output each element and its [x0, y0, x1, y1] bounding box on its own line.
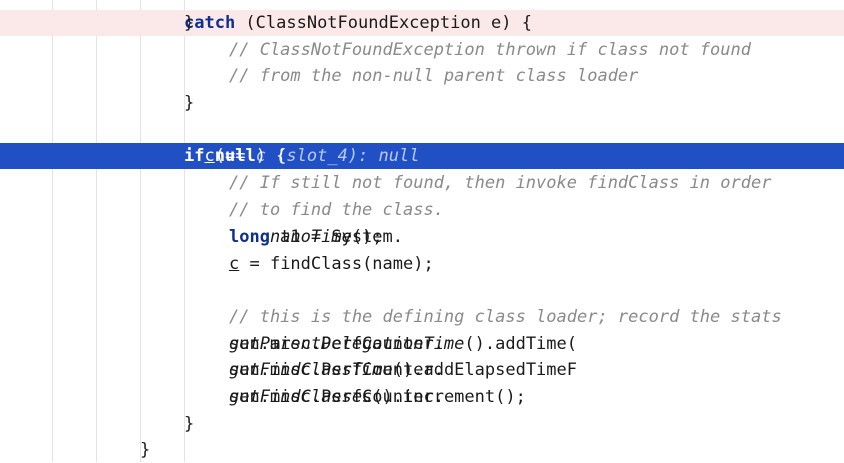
code-token: ) {: [255, 146, 307, 166]
execution-point-marker: [0, 143, 4, 169]
code-line-statement[interactable]: c = findClass(name);: [0, 251, 844, 277]
code-line-catch[interactable]: } catch (ClassNotFoundException e) {: [0, 10, 844, 36]
code-line-comment[interactable]: // to find the class.: [0, 197, 844, 223]
code-comment: // to find the class.: [229, 200, 444, 220]
code-line-statement[interactable]: sun.misc.PerfCounter. getFindClasses ().in…: [0, 384, 844, 410]
code-token: ();: [351, 227, 383, 247]
code-keyword: if: [184, 146, 205, 166]
code-token: t1 = System.: [269, 227, 404, 247]
code-token: sun.misc.PerfCounter.: [229, 334, 444, 354]
code-line-brace[interactable]: }: [0, 437, 844, 463]
code-line-statement[interactable]: sun.misc.PerfCounter. getFindClassTime ().…: [0, 357, 844, 383]
code-token: c: [229, 254, 240, 274]
code-line-brace[interactable]: }: [0, 90, 844, 116]
code-line-current-breakpoint[interactable]: if (c == null) { c (slot_4): null: [0, 143, 844, 169]
code-token: ().addTime(: [464, 334, 577, 354]
code-line-comment[interactable]: // this is the defining class loader; re…: [0, 304, 844, 330]
code-line-comment[interactable]: // ClassNotFoundException thrown if clas…: [0, 37, 844, 63]
code-token: ().increment();: [372, 387, 526, 407]
code-token: ==: [214, 146, 256, 166]
code-line-comment[interactable]: // from the non-null parent class loader: [0, 63, 844, 89]
code-comment: // ClassNotFoundException thrown if clas…: [229, 40, 751, 60]
code-token: (ClassNotFoundException e) {: [235, 13, 532, 33]
code-token: = findClass(name);: [239, 254, 434, 274]
code-line-statement[interactable]: long t1 = System. nanoTime ();: [0, 224, 844, 250]
code-line-statement[interactable]: sun.misc.PerfCounter. getParentDelegation…: [0, 331, 844, 357]
code-token: }: [184, 93, 195, 113]
code-token: }: [184, 414, 195, 434]
code-token: }: [140, 440, 151, 460]
code-token: ().addElapsedTimeF: [392, 360, 577, 380]
code-line-comment[interactable]: // If still not found, then invoke findC…: [0, 170, 844, 196]
code-token: }: [184, 13, 205, 33]
code-comment: // this is the defining class loader; re…: [229, 307, 782, 327]
code-keyword: long: [229, 227, 270, 247]
code-line-brace[interactable]: }: [0, 411, 844, 437]
code-comment: // from the non-null parent class loader: [229, 66, 639, 86]
code-comment: // If still not found, then invoke findC…: [229, 173, 772, 193]
